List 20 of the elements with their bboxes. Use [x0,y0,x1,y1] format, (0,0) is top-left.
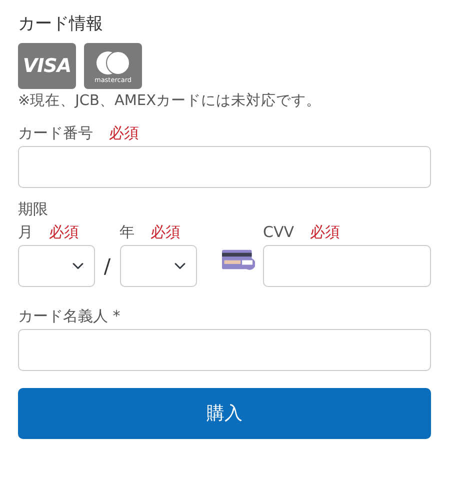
field-label: カード名義人 * [18,307,120,326]
month-select[interactable] [18,245,95,288]
field-label: 年 [120,223,135,242]
field-label: 期限 [18,200,49,218]
purchase-button[interactable]: 購入 [18,388,431,440]
field-label: カード番号 [18,124,93,142]
input-field[interactable] [18,329,431,372]
input-field[interactable] [18,146,431,188]
required-label: 必須 [310,223,340,242]
separator-text: / [102,253,112,280]
field-label: CVV [262,223,294,242]
visa-logo: VISA [18,43,76,90]
section-title: カード情報 [18,14,104,34]
notice-text: ※現在、JCB、AMEXカードには未対応です。 [18,92,322,112]
field-label: 月 [18,223,33,242]
required-label: 必須 [109,124,139,142]
required-label: 必須 [150,223,181,242]
year-select[interactable] [120,245,197,288]
required-label: 必須 [49,223,79,242]
cvv-field[interactable] [262,245,431,288]
